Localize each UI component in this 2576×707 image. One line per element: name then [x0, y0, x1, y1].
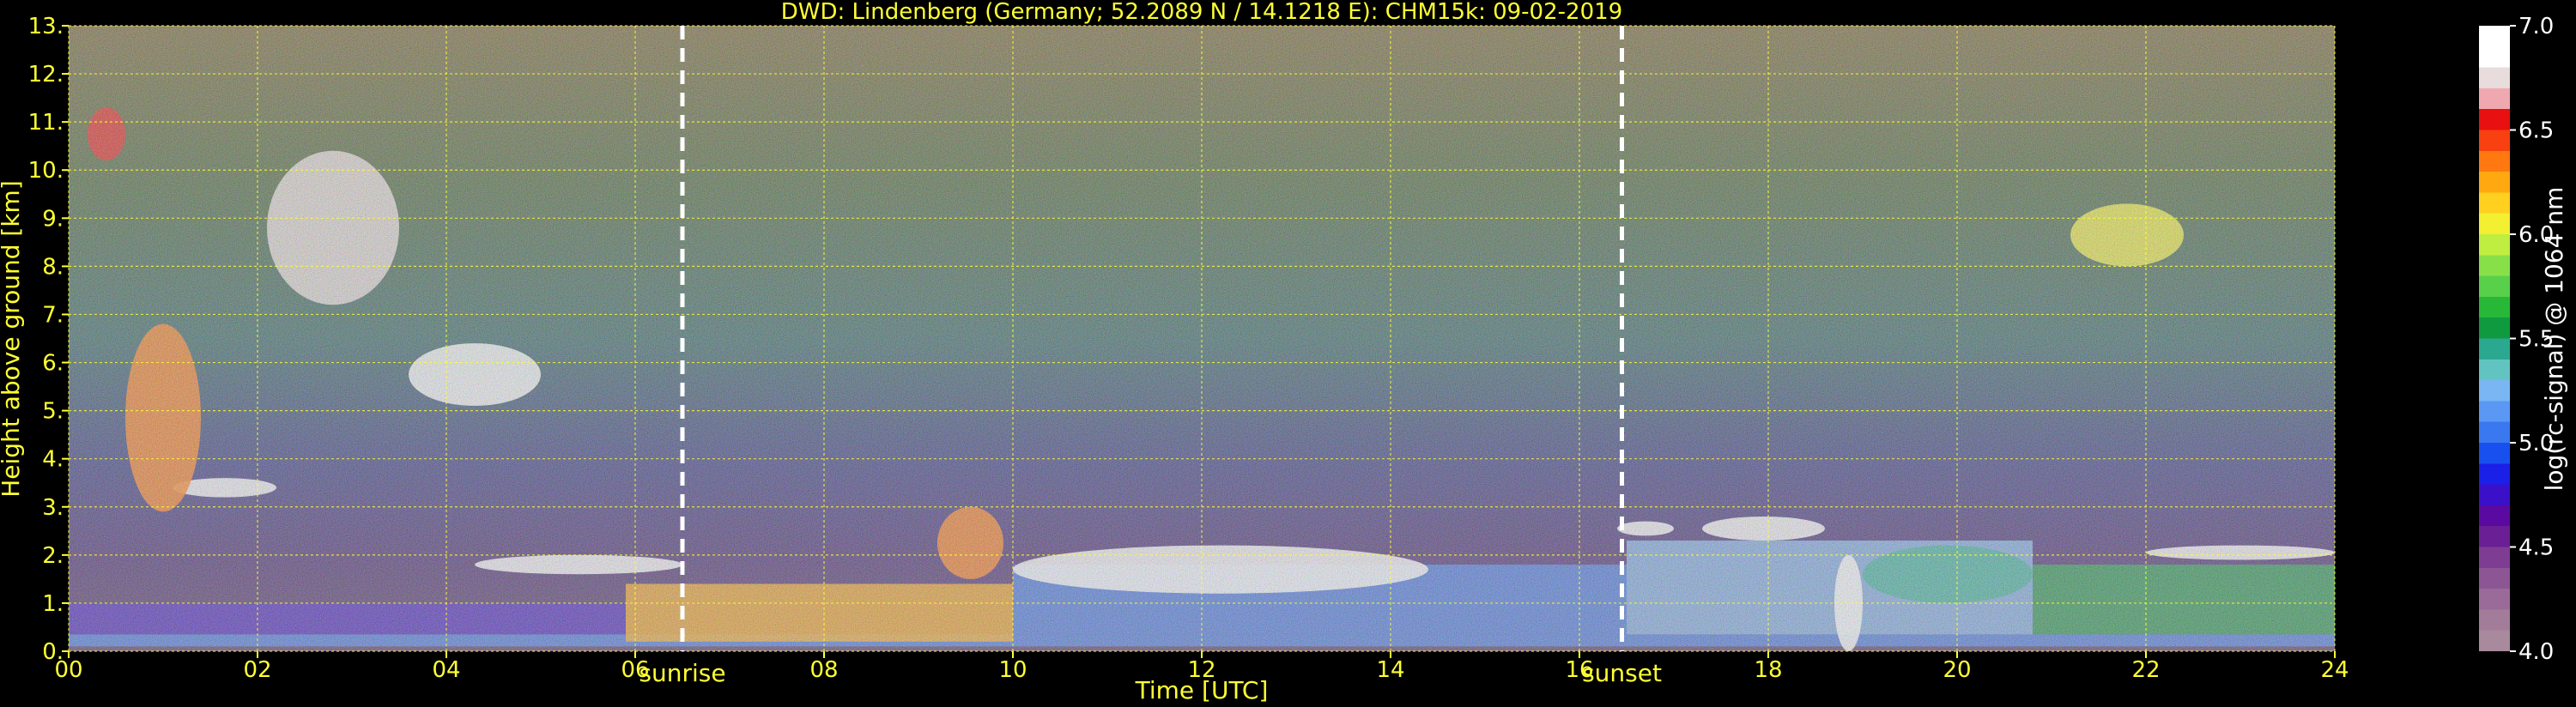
colorbar-tick-label: 5.5: [2518, 327, 2554, 353]
x-tick-label: 14: [1376, 657, 1404, 683]
x-tick-label: 06: [621, 657, 649, 683]
x-tick-label: 10: [998, 657, 1027, 683]
lidar-ceilometer-plot: sunrise sunset 00 02 04 06 08 10 12 14 16 18 20 22 24…: [0, 0, 2568, 704]
y-tick-label: 6.: [42, 351, 64, 377]
y-tick-label: 2.: [42, 543, 64, 569]
y-tick-label: 0.: [42, 639, 64, 665]
x-tick-label: 02: [243, 657, 271, 683]
colorbar-tick-label: 7.0: [2518, 14, 2554, 39]
y-tick-label: 13.: [28, 14, 64, 39]
sunset-label: sunset: [1582, 659, 1662, 687]
y-tick-label: 3.: [42, 495, 64, 521]
colorbar-tick-label: 4.5: [2518, 535, 2554, 561]
y-axis: 0. 1. 2. 3. 4. 5. 6. 7. 8. 9. 10. 11. 12. 13.: [28, 14, 69, 665]
y-tick-label: 9.: [42, 206, 64, 232]
x-axis-label: Time [UTC]: [1135, 676, 1269, 704]
plot-area: sunrise sunset: [68, 25, 2336, 687]
y-tick-label: 10.: [28, 158, 64, 184]
x-tick-label: 18: [1754, 657, 1782, 683]
y-tick-label: 5.: [42, 399, 64, 425]
y-tick-label: 4.: [42, 447, 64, 473]
colorbar: log(rc-signal) @ 1064 nm 4.04.55.05.56.0…: [2479, 14, 2568, 665]
x-tick-label: 20: [1943, 657, 1971, 683]
y-tick-label: 12.: [28, 62, 64, 88]
chart-title: DWD: Lindenberg (Germany; 52.2089 N / 14…: [781, 0, 1622, 25]
colorbar-scale: [2479, 26, 2510, 651]
x-tick-label: 16: [1565, 657, 1593, 683]
colorbar-tick-label: 6.5: [2518, 118, 2554, 144]
x-tick-label: 22: [2131, 657, 2160, 683]
y-tick-label: 7.: [42, 302, 64, 328]
x-tick-label: 04: [432, 657, 460, 683]
y-axis-label: Height above ground [km]: [0, 180, 25, 498]
x-tick-label: 24: [2320, 657, 2349, 683]
sunrise-label: sunrise: [639, 659, 725, 687]
y-tick-label: 11.: [28, 110, 64, 136]
y-tick-label: 1.: [42, 591, 64, 617]
x-tick-label: 08: [809, 657, 838, 683]
colorbar-tick-label: 4.0: [2518, 639, 2554, 665]
colorbar-tick-label: 6.0: [2518, 222, 2554, 248]
colorbar-tick-label: 5.0: [2518, 431, 2554, 456]
y-tick-label: 8.: [42, 254, 64, 280]
